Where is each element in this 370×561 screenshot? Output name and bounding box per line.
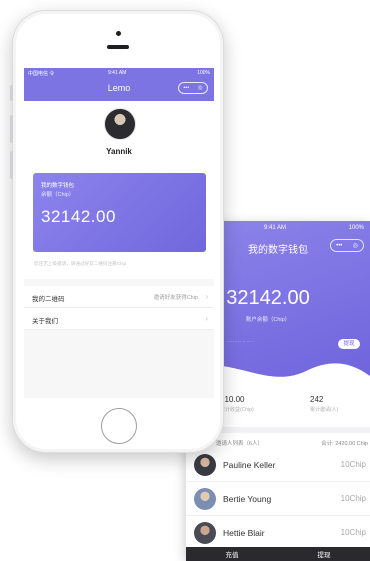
stat-invites-label: 累计邀请(人) [310, 407, 339, 413]
capsule-menu[interactable]: ••• ◎ [178, 82, 208, 94]
faint-caption: ········· ·· ·· · [226, 339, 254, 345]
list-header-count: 邀请人列表（6人） [216, 441, 264, 447]
referral-hint: 您还无上级邀请，请通过好友二维码注册Chip [34, 261, 127, 266]
profile-section: Yannik [24, 101, 214, 163]
withdraw-button[interactable]: 提现 [338, 339, 360, 349]
mute-switch [10, 85, 13, 101]
target-icon[interactable]: ◎ [353, 242, 358, 249]
volume-down-button [10, 151, 13, 179]
invitee-chips: 10Chip [340, 494, 366, 503]
status-battery: 100% [197, 70, 210, 76]
status-time: 9:41 AM [264, 225, 287, 231]
status-carrier: 中国电信 令 [28, 71, 55, 77]
menu-item-qrcode[interactable]: 我的二维码 邀请好友获得Chip › [24, 286, 214, 308]
settings-list: 我的二维码 邀请好友获得Chip › 关于我们 › [24, 286, 214, 330]
navigation-bar: 中国电信 令 9:41 AM 100% Lemo ••• ◎ [24, 68, 214, 101]
invitee-name: Pauline Keller [223, 460, 276, 470]
home-button[interactable] [101, 408, 137, 444]
avatar [194, 522, 216, 544]
wallet-card-title: 我的数字钱包 [41, 183, 75, 189]
wallet-card-subtitle: 余额（Chip） [41, 192, 75, 198]
target-icon[interactable]: ◎ [198, 85, 203, 91]
status-bar: 中国电信 令 9:41 AM 100% [24, 70, 214, 78]
phone-frame: 中国电信 令 9:41 AM 100% Lemo ••• ◎ Yannik 我的… [10, 10, 224, 453]
more-icon[interactable]: ••• [336, 243, 342, 249]
chevron-right-icon: › [205, 314, 208, 323]
menu-item-about[interactable]: 关于我们 › [24, 308, 214, 330]
phone-screen: 中国电信 令 9:41 AM 100% Lemo ••• ◎ Yannik 我的… [24, 68, 214, 398]
invitee-name: Bertie Young [223, 494, 272, 504]
tab-withdraw[interactable]: 提现 [278, 549, 370, 559]
list-header-total: 合计: 2420.00 Chip [321, 441, 368, 447]
menu-item-label: 关于我们 [32, 318, 58, 325]
avatar[interactable] [104, 108, 136, 140]
menu-item-value: 邀请好友获得Chip [153, 295, 198, 301]
more-icon[interactable]: ••• [183, 85, 189, 91]
wallet-balance: 32142.00 [41, 207, 116, 226]
invitee-chips: 10Chip [340, 460, 366, 469]
avatar [194, 454, 216, 476]
username: Yannik [106, 147, 132, 156]
menu-item-label: 我的二维码 [32, 296, 65, 303]
list-item[interactable]: Hettie Blair 10Chip [186, 518, 370, 550]
earpiece-speaker [107, 45, 129, 49]
invitee-chips: 10Chip [340, 528, 366, 537]
invitee-name: Hettie Blair [223, 528, 265, 538]
list-item[interactable]: Pauline Keller 10Chip [186, 450, 370, 482]
volume-up-button [10, 115, 13, 143]
wallet-card[interactable]: 我的数字钱包 余额（Chip） 32142.00 [33, 173, 206, 252]
wallet-section: 我的数字钱包 余额（Chip） 32142.00 您还无上级邀请，请通过好友二维… [24, 163, 214, 279]
status-battery: 100% [348, 225, 364, 231]
tab-recharge[interactable]: 充值 [186, 549, 278, 559]
chevron-right-icon: › [205, 292, 208, 301]
capsule-menu[interactable]: ••• ◎ [330, 239, 364, 252]
stat-earnings-label: 累计收益(Chip) [220, 407, 254, 413]
status-time: 9:41 AM [108, 70, 127, 76]
bottom-tabbar: 充值 提现 [186, 547, 370, 561]
list-item[interactable]: Bertie Young 10Chip [186, 484, 370, 516]
front-camera [116, 31, 121, 36]
stat-invites-value: 242 [310, 395, 324, 404]
avatar [194, 488, 216, 510]
